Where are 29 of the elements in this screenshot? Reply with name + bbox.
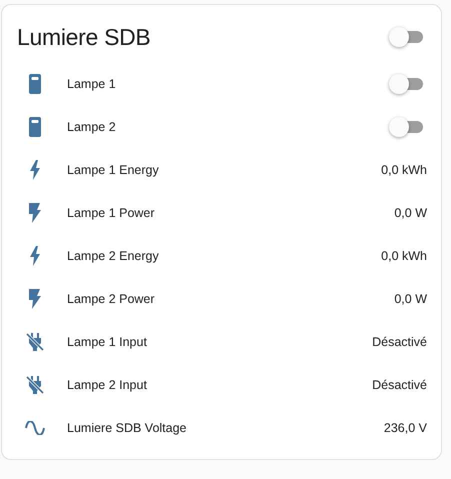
entity-name: Lumiere SDB Voltage [67,420,188,434]
entity-name: Lampe 1 Power [67,206,156,220]
entity-name: Lampe 2 Power [67,292,156,306]
lightning-bolt-icon [29,288,41,308]
entity-state: Désactivé [372,334,427,348]
toggle-switch[interactable] [389,74,423,94]
entity-name: Lampe 2 Energy [67,248,160,262]
entity-state: 0,0 W [394,292,427,306]
card-title: Lumiere SDB [17,24,150,50]
light-switch-icon [28,116,42,136]
toggle-switch[interactable] [389,27,423,47]
toggle-switch[interactable] [389,116,423,136]
lightning-bolt-icon [30,246,40,266]
plug-off-icon [25,374,45,394]
entity-name: Lampe 1 Energy [67,162,160,176]
entity-state: 236,0 V [384,420,427,434]
entity-name: Lampe 1 Input [67,334,148,348]
entity-state: Désactivé [372,378,427,392]
lightning-bolt-icon [29,202,41,222]
entity-name: Lampe 1 [67,76,117,90]
lightning-bolt-icon [30,160,40,180]
entity-name: Lampe 2 Input [67,378,148,392]
entity-state: 0,0 W [394,206,427,220]
plug-off-icon [25,332,45,352]
entity-name: Lampe 2 [67,120,117,134]
entity-state: 0,0 kWh [381,248,427,262]
sine-wave-icon [25,420,45,434]
light-switch-icon [28,74,42,94]
entity-state: 0,0 kWh [381,162,427,176]
